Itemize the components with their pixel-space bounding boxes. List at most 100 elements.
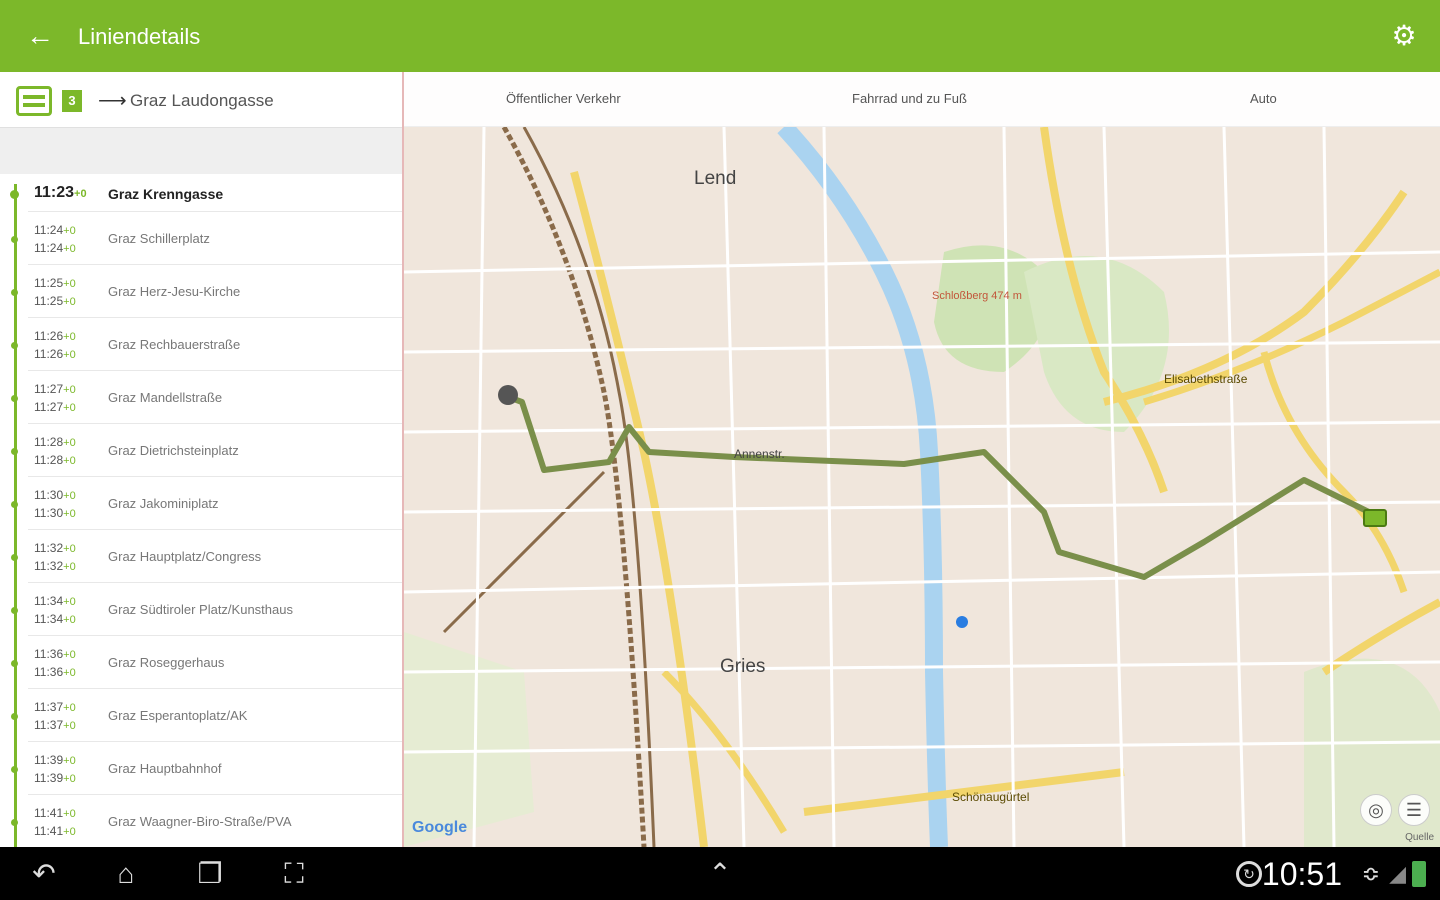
recents-icon[interactable]: ❐ (188, 857, 232, 891)
stop-name: Graz Schillerplatz (108, 231, 210, 246)
stop-dot (11, 554, 18, 561)
departure-time: 11:36+0 (34, 665, 76, 679)
stop-dot (10, 190, 19, 199)
page-title: Liniendetails (78, 24, 201, 49)
stop-row[interactable]: 11:27+0 11:27+0 Graz Mandellstraße (11, 371, 402, 424)
river (777, 120, 948, 847)
route-header: 3 ⟶ Graz Laudongasse (0, 72, 402, 128)
destination-marker (1363, 509, 1387, 527)
map-mode-tabs: Öffentlicher Verkehr Fahrrad und zu Fuß … (404, 72, 1440, 127)
map-label-street: Elisabethstraße (1164, 372, 1248, 386)
stop-name: Graz Mandellstraße (108, 390, 223, 405)
stop-name: Graz Hauptplatz/Congress (108, 549, 262, 564)
arrival-time: 11:32+0 (34, 541, 76, 555)
map-canvas (404, 120, 1440, 847)
stop-name: Graz Jakominiplatz (108, 496, 219, 511)
layers-icon[interactable]: ☰ (1398, 794, 1430, 826)
map-attribution: Quelle (1405, 832, 1434, 843)
stop-name: Graz Südtiroler Platz/Kunsthaus (108, 602, 293, 617)
stop-list: 11:23+0 Graz Krenngasse 11:24+0 11:24+0 Graz… (0, 174, 402, 847)
stop-dot (11, 766, 18, 773)
stop-name: Graz Dietrichsteinplatz (108, 443, 239, 458)
stop-dot (11, 342, 18, 349)
tab-bike-walk[interactable]: Fahrrad und zu Fuß (852, 90, 967, 108)
stop-dot (11, 501, 18, 508)
arrival-time: 11:26+0 (34, 329, 76, 343)
railway (442, 470, 606, 634)
stop-name: Graz Rechbauerstraße (108, 337, 241, 352)
signal-icon: ◢ (1389, 861, 1406, 886)
stop-name: Graz Herz-Jesu-Kirche (108, 284, 241, 299)
stop-dot (11, 713, 18, 720)
departure-time: 11:28+0 (34, 453, 76, 467)
departure-time: 11:32+0 (34, 559, 76, 573)
road (1260, 351, 1408, 594)
stop-dot (11, 395, 18, 402)
locate-icon[interactable]: ◎ (1360, 794, 1392, 826)
arrival-time: 11:39+0 (34, 753, 76, 767)
tab-car[interactable]: Auto (1250, 90, 1277, 108)
arrow-left-icon[interactable]: ← (22, 18, 58, 54)
current-location (956, 616, 968, 628)
chevron-up-icon[interactable]: ⌃ (698, 857, 742, 891)
departure-time: 11:34+0 (34, 612, 76, 626)
stop-time: 11:23+0 (34, 184, 87, 201)
nav-back-icon[interactable]: ↶ (22, 857, 66, 891)
stop-row[interactable]: 11:25+0 11:25+0 Graz Herz-Jesu-Kirche (11, 265, 402, 318)
route-map[interactable]: Öffentlicher Verkehr Fahrrad und zu Fuß … (404, 72, 1440, 847)
gear-icon[interactable]: ⚙ (1386, 18, 1422, 54)
map-label-district: Lend (694, 168, 737, 189)
tab-public-transport[interactable]: Öffentlicher Verkehr (506, 90, 621, 108)
arrival-time: 11:36+0 (34, 647, 76, 661)
line-number-badge: 3 (62, 90, 82, 112)
screenshot-icon[interactable]: ⛶ (272, 857, 316, 891)
stop-dot (11, 819, 18, 826)
arrival-time: 11:34+0 (34, 594, 76, 608)
stop-dot (11, 660, 18, 667)
route-timeline (14, 184, 17, 847)
park-area (404, 632, 534, 847)
arrival-time: 11:41+0 (34, 806, 76, 820)
stop-row[interactable]: 11:32+0 11:32+0 Graz Hauptplatz/Congress (11, 530, 402, 583)
departure-time: 11:37+0 (34, 718, 76, 732)
arrival-time: 11:37+0 (34, 700, 76, 714)
stop-row[interactable]: 11:36+0 11:36+0 Graz Roseggerhaus (11, 636, 402, 689)
stop-dot (11, 236, 18, 243)
map-label-street: Schönaugürtel (952, 790, 1030, 804)
departure-time: 11:24+0 (34, 241, 76, 255)
system-nav-bar: ↶ ⌂ ❐ ⛶ ⌃ ↻ 10:51 ≎ ◢ (0, 847, 1440, 900)
departure-time: 11:30+0 (34, 506, 76, 520)
departure-time: 11:25+0 (34, 294, 76, 308)
stop-row[interactable]: 11:41+0 11:41+0 Graz Waagner-Biro-Straße/P… (11, 795, 402, 847)
arrow-right-icon: ⟶ (98, 90, 127, 112)
stop-row[interactable]: 11:30+0 11:30+0 Graz Jakominiplatz (11, 477, 402, 530)
departure-time: 11:27+0 (34, 400, 76, 414)
route-destination: Graz Laudongasse (130, 91, 274, 110)
home-icon[interactable]: ⌂ (104, 857, 148, 891)
stop-row[interactable]: 11:39+0 11:39+0 Graz Hauptbahnhof (11, 742, 402, 795)
stop-dot (11, 289, 18, 296)
stop-dot (11, 607, 18, 614)
arrival-time: 11:27+0 (34, 382, 76, 396)
arrival-time: 11:28+0 (34, 435, 76, 449)
stop-name: Graz Roseggerhaus (108, 655, 225, 670)
status-clock: 10:51 (1261, 856, 1342, 892)
map-label-street: Annenstr. (734, 447, 785, 461)
stop-row[interactable]: 11:26+0 11:26+0 Graz Rechbauerstraße (11, 318, 402, 371)
map-label-district: Gries (720, 656, 766, 677)
road (661, 669, 788, 834)
stop-row[interactable]: 11:34+0 11:34+0 Graz Südtiroler Platz/Kuns… (11, 583, 402, 636)
arrival-time: 11:30+0 (34, 488, 76, 502)
stop-name: Graz Hauptbahnhof (108, 761, 222, 776)
stop-dot (11, 448, 18, 455)
line-details-panel: 3 ⟶ Graz Laudongasse 11:23+0 Graz Krennga… (0, 72, 404, 847)
arrival-time: 11:25+0 (34, 276, 76, 290)
stop-row[interactable]: 11:23+0 Graz Krenngasse (10, 174, 402, 212)
stop-row[interactable]: 11:28+0 11:28+0 Graz Dietrichsteinplatz (11, 424, 402, 477)
stop-row[interactable]: 11:24+0 11:24+0 Graz Schillerplatz (11, 212, 402, 265)
stop-name: Graz Esperantoplatz/AK (108, 708, 248, 723)
stop-row[interactable]: 11:37+0 11:37+0 Graz Esperantoplatz/AK (11, 689, 402, 742)
google-logo: Google (412, 819, 468, 836)
tram-icon (16, 86, 52, 116)
sync-icon: ↻ (1236, 861, 1262, 887)
